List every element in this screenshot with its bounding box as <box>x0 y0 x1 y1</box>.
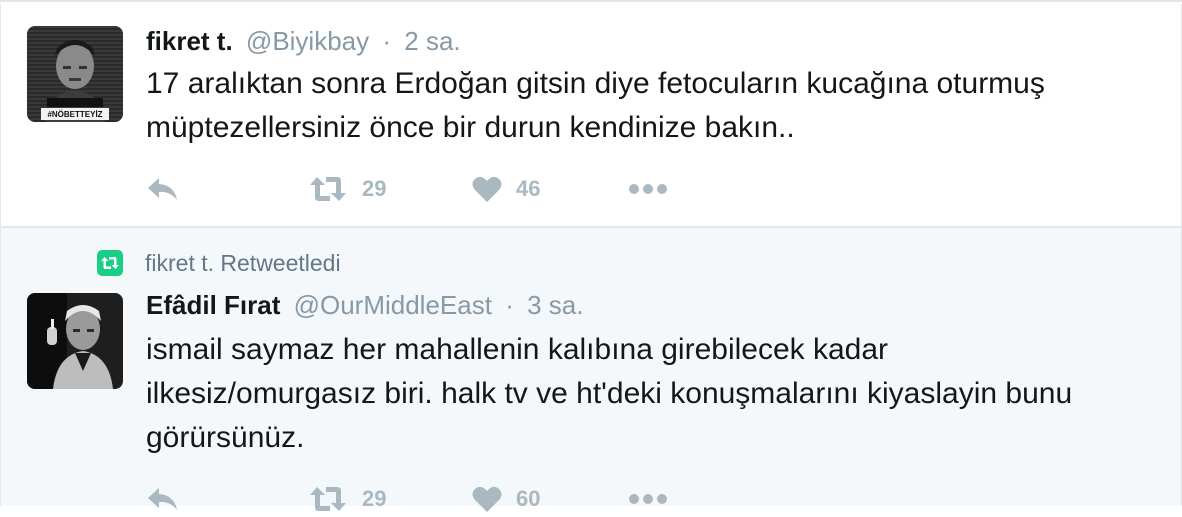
avatar-image <box>27 293 123 389</box>
avatar-badge-text: #NÖBETTEYİZ <box>47 110 102 119</box>
like-count: 60 <box>516 486 541 511</box>
more-button[interactable] <box>628 481 668 517</box>
heart-icon <box>472 486 502 512</box>
tweet-text-line: ismail saymaz her mahallenin kalıbına gi… <box>146 333 889 366</box>
more-button[interactable] <box>628 171 668 207</box>
tweet-actions: 29 60 <box>146 481 746 517</box>
tweet-header: fikret t. @Biyikbay · 2 sa. <box>146 26 461 56</box>
retweet-button[interactable]: 29 <box>308 171 386 207</box>
timeline: #NÖBETTEYİZ fikret t. @Biyikbay · 2 sa. … <box>0 0 1182 512</box>
reply-icon <box>148 178 177 200</box>
reply-icon <box>148 488 177 510</box>
tweet-header: Efâdil Fırat @OurMiddleEast · 3 sa. <box>146 290 583 320</box>
tweet-text: 17 aralıktan sonra Erdoğan gitsin diye f… <box>146 62 1156 150</box>
tweet-actions: 29 46 <box>146 171 746 207</box>
tweet-timestamp[interactable]: 3 sa. <box>527 290 583 320</box>
more-dots-icon <box>629 494 667 504</box>
tweet-text-line: ilkesiz/omurgasız biri. halk tv ve ht'de… <box>146 377 1073 410</box>
heart-icon <box>472 176 502 202</box>
retweet-icon <box>310 487 346 511</box>
retweet-icon <box>310 177 346 201</box>
retweet-count: 29 <box>362 176 387 201</box>
tweet-fullname[interactable]: fikret t. <box>146 26 233 56</box>
avatar[interactable] <box>27 293 123 389</box>
avatar[interactable]: #NÖBETTEYİZ <box>27 26 123 122</box>
reply-button[interactable] <box>146 171 180 207</box>
tweet-text: ismail saymaz her mahallenin kalıbına gi… <box>146 328 1156 460</box>
avatar-image: #NÖBETTEYİZ <box>27 26 123 122</box>
separator-dot: · <box>382 26 392 56</box>
separator-dot: · <box>505 290 514 320</box>
tweet-text-line: 17 aralıktan sonra Erdoğan gitsin diye f… <box>146 67 1045 100</box>
tweet-fullname[interactable]: Efâdil Fırat <box>146 290 280 320</box>
tweet-username[interactable]: @OurMiddleEast <box>294 290 492 320</box>
retweet-badge-icon <box>97 250 123 276</box>
tweet-item[interactable]: #NÖBETTEYİZ fikret t. @Biyikbay · 2 sa. … <box>0 4 1182 228</box>
retweet-context: fikret t. Retweetledi <box>97 248 341 278</box>
retweet-count: 29 <box>362 486 387 511</box>
like-count: 46 <box>516 176 541 201</box>
tweet-item-retweeted[interactable]: fikret t. Retweetledi Efâdil Fırat @OurM… <box>0 228 1182 512</box>
retweet-button[interactable]: 29 <box>308 481 386 517</box>
tweet-username[interactable]: @Biyikbay <box>246 26 369 56</box>
more-dots-icon <box>629 184 667 194</box>
retweet-context-label[interactable]: fikret t. Retweetledi <box>145 250 341 277</box>
reply-button[interactable] <box>146 481 180 517</box>
like-button[interactable]: 46 <box>472 171 540 207</box>
tweet-text-line: müptezellersiniz önce bir durun kendiniz… <box>146 111 795 144</box>
tweet-timestamp[interactable]: 2 sa. <box>404 26 460 56</box>
like-button[interactable]: 60 <box>472 481 540 517</box>
tweet-text-line: görürsünüz. <box>146 421 305 454</box>
